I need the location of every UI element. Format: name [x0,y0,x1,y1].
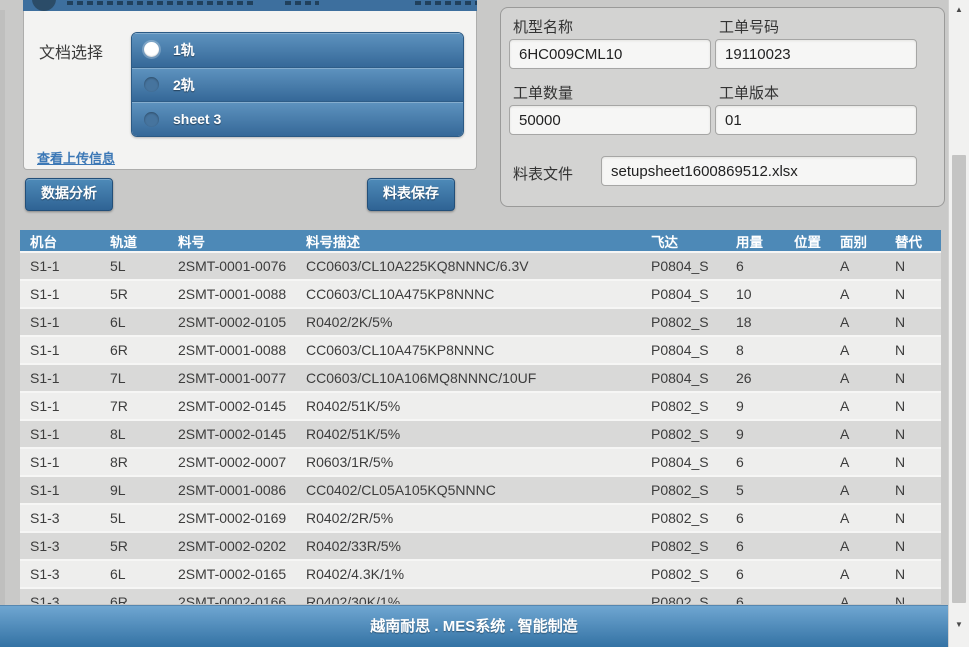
table-header-row: 机台 轨道 料号 料号描述 飞达 用量 位置 面别 替代 [20,230,941,252]
sheet-option-label: sheet 3 [173,111,221,127]
sheet-option-label: 2轨 [173,75,195,95]
workorder-number-input[interactable] [715,39,917,69]
scroll-down-icon[interactable]: ▼ [949,620,969,629]
col-position: 位置 [784,230,830,252]
scrollbar-thumb[interactable] [952,155,966,603]
workorder-version-label: 工单版本 [719,82,779,103]
table-row[interactable]: S1-35L 2SMT-0002-0169R0402/2R/5% P0802_S… [20,504,941,532]
sheet-file-input[interactable] [601,156,917,186]
workorder-form-panel: 机型名称 工单号码 工单数量 工单版本 料表文件 [500,7,945,207]
col-machine: 机台 [20,230,100,252]
col-part-description: 料号描述 [296,230,641,252]
table-row[interactable]: S1-36R 2SMT-0002-0166R0402/30K/1% P0802_… [20,588,941,604]
circle-badge-icon [32,0,56,11]
col-feeder: 飞达 [641,230,726,252]
model-name-label: 机型名称 [513,16,573,37]
col-part-number: 料号 [168,230,296,252]
table-row[interactable]: S1-35R 2SMT-0002-0202R0402/33R/5% P0802_… [20,532,941,560]
clipped-header-text [67,1,257,5]
col-side: 面别 [830,230,885,252]
sheet-radio-group: 1轨 2轨 sheet 3 [131,32,464,137]
mes-setupsheet-page: 文档选择 1轨 2轨 sheet 3 查看上传信息 数据分析 料表保存 机型名称… [0,0,969,647]
clipped-header-text [415,1,477,5]
table-row[interactable]: S1-18R 2SMT-0002-0007R0603/1R/5% P0804_S… [20,448,941,476]
footer-banner: 越南耐思 . MES系统 . 智能制造 [0,605,948,647]
model-name-input[interactable] [509,39,711,69]
radio-icon [144,112,159,127]
table-row[interactable]: S1-17R 2SMT-0002-0145R0402/51K/5% P0802_… [20,392,941,420]
workorder-number-label: 工单号码 [719,16,779,37]
view-upload-info-link[interactable]: 查看上传信息 [37,148,115,167]
radio-icon [144,77,159,92]
vertical-scrollbar[interactable]: ▲ ▼ [948,0,969,647]
workorder-quantity-label: 工单数量 [513,82,573,103]
sheet-save-button[interactable]: 料表保存 [367,178,455,211]
scroll-up-icon[interactable]: ▲ [949,5,969,14]
clipped-header-text [285,1,319,5]
table-row[interactable]: S1-17L 2SMT-0001-0077CC0603/CL10A106MQ8N… [20,364,941,392]
data-analyze-button[interactable]: 数据分析 [25,178,113,211]
sheet-file-label: 料表文件 [513,163,573,184]
doc-select-panel: 文档选择 1轨 2轨 sheet 3 查看上传信息 [23,11,477,170]
page-edge-shading [0,10,5,605]
sheet-option-1[interactable]: 1轨 [132,33,463,67]
sheet-option-label: 1轨 [173,40,195,60]
table-row[interactable]: S1-19L 2SMT-0001-0086CC0402/CL05A105KQ5N… [20,476,941,504]
col-substitute: 替代 [885,230,941,252]
workorder-version-input[interactable] [715,105,917,135]
table-row[interactable]: S1-16R 2SMT-0001-0088CC0603/CL10A475KP8N… [20,336,941,364]
col-usage: 用量 [726,230,784,252]
sheet-option-3[interactable]: sheet 3 [132,101,463,136]
sheet-option-2[interactable]: 2轨 [132,67,463,102]
parts-table: 机台 轨道 料号 料号描述 飞达 用量 位置 面别 替代 S1-15L 2SMT… [20,230,941,604]
col-track: 轨道 [100,230,168,252]
table-row[interactable]: S1-16L 2SMT-0002-0105R0402/2K/5% P0802_S… [20,308,941,336]
radio-icon [144,42,159,57]
table-row[interactable]: S1-36L 2SMT-0002-0165R0402/4.3K/1% P0802… [20,560,941,588]
table-row[interactable]: S1-15L 2SMT-0001-0076CC0603/CL10A225KQ8N… [20,252,941,280]
workorder-quantity-input[interactable] [509,105,711,135]
table-row[interactable]: S1-18L 2SMT-0002-0145R0402/51K/5% P0802_… [20,420,941,448]
doc-select-label: 文档选择 [39,39,103,63]
table-row[interactable]: S1-15R 2SMT-0001-0088CC0603/CL10A475KP8N… [20,280,941,308]
table-body: S1-15L 2SMT-0001-0076CC0603/CL10A225KQ8N… [20,252,941,604]
